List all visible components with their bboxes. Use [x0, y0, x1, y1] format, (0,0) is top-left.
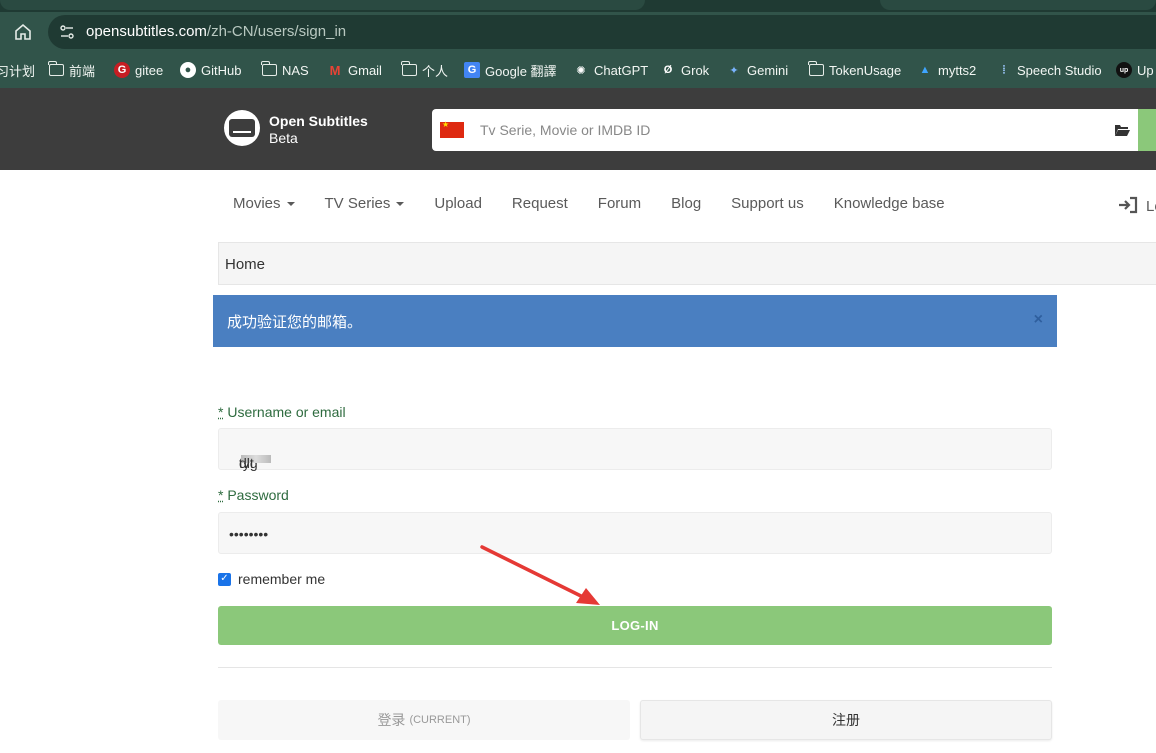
required-mark: *: [218, 487, 223, 503]
bookmark-item[interactable]: ✦ Gemini: [726, 61, 788, 79]
nav-blog[interactable]: Blog: [656, 190, 716, 220]
speech-icon: ⦙: [996, 62, 1012, 78]
bookmark-item[interactable]: G Google 翻譯: [464, 61, 557, 79]
google-translate-icon: G: [464, 62, 480, 78]
tab-register[interactable]: 注册: [640, 700, 1052, 740]
search-box: [432, 109, 1138, 151]
url-text: opensubtitles.com/zh-CN/users/sign_in: [86, 23, 346, 40]
bookmark-item[interactable]: Ø Grok: [660, 61, 709, 79]
caret-down-icon: [287, 202, 295, 206]
bookmark-item[interactable]: ● GitHub: [180, 61, 241, 79]
password-field[interactable]: ••••••••: [218, 512, 1052, 554]
github-icon: ●: [180, 62, 196, 78]
remember-checkbox[interactable]: ✓: [218, 573, 231, 586]
up-icon: up: [1116, 62, 1132, 78]
folder-icon: [261, 62, 277, 78]
bookmark-item[interactable]: up Up: [1116, 61, 1154, 79]
caret-down-icon: [396, 202, 404, 206]
bookmark-item[interactable]: 习计划: [0, 61, 35, 79]
sign-in-icon[interactable]: [1118, 196, 1138, 214]
search-input[interactable]: [480, 122, 1080, 138]
gemini-icon: ✦: [726, 62, 742, 78]
site-logo[interactable]: [224, 110, 260, 146]
success-alert: 成功验证您的邮箱。 ×: [213, 295, 1057, 347]
bookmark-item[interactable]: M Gmail: [327, 61, 382, 79]
folder-open-icon[interactable]: [1114, 123, 1130, 137]
browser-tab-strip: [0, 0, 1156, 12]
site-title[interactable]: Open Subtitles: [269, 113, 368, 129]
main-nav: Movies TV Series Upload Request Forum Bl…: [218, 190, 960, 220]
remember-label: remember me: [238, 571, 325, 587]
site-header: Open Subtitles Beta: [0, 88, 1156, 170]
browser-tab[interactable]: [0, 0, 645, 10]
nav-knowledge-base[interactable]: Knowledge base: [819, 190, 960, 220]
nav-forum[interactable]: Forum: [583, 190, 656, 220]
gitee-icon: G: [114, 62, 130, 78]
site-subtitle: Beta: [269, 130, 298, 146]
close-icon[interactable]: ×: [1034, 311, 1043, 329]
home-icon[interactable]: [12, 21, 34, 43]
china-flag-icon[interactable]: [440, 122, 464, 138]
bookmark-item[interactable]: ▲ mytts2: [917, 61, 976, 79]
required-mark: *: [218, 404, 223, 420]
password-value: ••••••••: [229, 526, 268, 542]
folder-icon: [401, 62, 417, 78]
chatgpt-icon: ✺: [573, 62, 589, 78]
nav-upload[interactable]: Upload: [419, 190, 497, 220]
site-info-icon[interactable]: [58, 23, 76, 41]
url-field[interactable]: opensubtitles.com/zh-CN/users/sign_in: [48, 15, 1156, 49]
breadcrumb: Home: [218, 242, 1156, 285]
browser-tab[interactable]: [880, 0, 1156, 10]
bookmark-item[interactable]: Ggitee: [114, 61, 163, 79]
username-label: * Username or email: [218, 404, 346, 420]
bookmarks-bar: 习计划 前端 Ggitee ● GitHub NAS M Gmail 个人 G Goo…: [0, 52, 1156, 88]
azure-icon: ▲: [917, 62, 933, 78]
nav-support[interactable]: Support us: [716, 190, 819, 220]
divider: [218, 667, 1052, 668]
remember-me[interactable]: ✓ remember me: [218, 571, 325, 587]
gmail-icon: M: [327, 62, 343, 78]
bookmark-item[interactable]: 个人: [401, 61, 448, 79]
nav-tv-series[interactable]: TV Series: [310, 190, 420, 220]
search-button[interactable]: [1138, 109, 1156, 151]
folder-icon: [808, 62, 824, 78]
bookmark-item[interactable]: ⦙ Speech Studio: [996, 61, 1102, 79]
bookmark-item[interactable]: ✺ ChatGPT: [573, 61, 648, 79]
tab-login[interactable]: 登录 (CURRENT): [218, 700, 630, 740]
username-field[interactable]: tyg dlt: [218, 428, 1052, 470]
address-bar: opensubtitles.com/zh-CN/users/sign_in: [0, 12, 1156, 52]
breadcrumb-home[interactable]: Home: [225, 256, 265, 273]
tv-icon: [229, 119, 255, 137]
bookmark-item[interactable]: NAS: [261, 61, 309, 79]
nav-request[interactable]: Request: [497, 190, 583, 220]
nav-login[interactable]: Lo: [1146, 198, 1156, 215]
password-label: * Password: [218, 487, 289, 503]
nav-movies[interactable]: Movies: [218, 190, 310, 220]
grok-icon: Ø: [660, 62, 676, 78]
bookmark-item[interactable]: TokenUsage: [808, 61, 901, 79]
alert-message: 成功验证您的邮箱。: [227, 311, 362, 332]
folder-icon: [48, 62, 64, 78]
login-button[interactable]: LOG-IN: [218, 606, 1052, 645]
bookmark-item[interactable]: 前端: [48, 61, 95, 79]
